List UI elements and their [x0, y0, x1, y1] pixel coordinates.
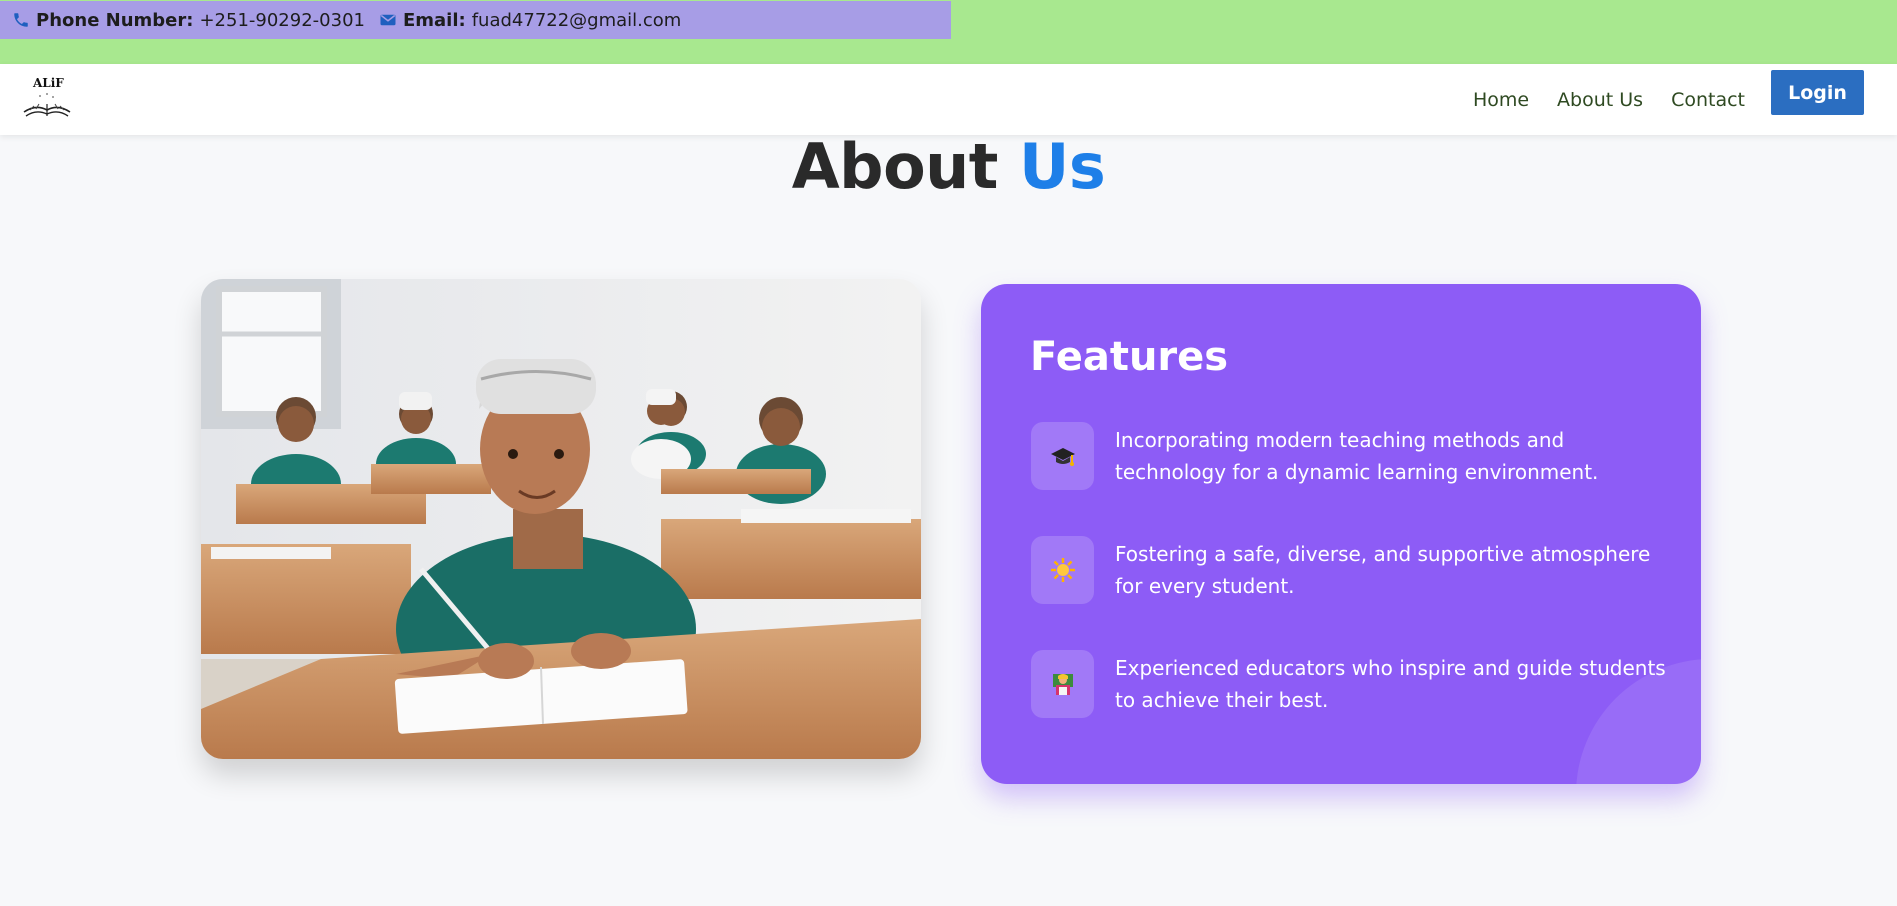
email-label: Email:: [402, 9, 466, 31]
open-book-icon: [23, 93, 71, 117]
phone-label: Phone Number:: [36, 9, 194, 31]
sun-icon: [1031, 536, 1094, 604]
site-logo[interactable]: ALiF: [20, 74, 74, 122]
feature-text: Fostering a safe, diverse, and supportiv…: [1115, 542, 1651, 598]
navbar: ALiF Home About Us Contact: [0, 64, 1897, 135]
nav-about-us[interactable]: About Us: [1557, 89, 1643, 111]
teacher-icon: [1031, 650, 1094, 718]
envelope-icon: [379, 11, 397, 29]
feature-text: Incorporating modern teaching methods an…: [1115, 428, 1599, 484]
feature-item: Incorporating modern teaching methods an…: [1031, 422, 1675, 490]
email-value[interactable]: fuad47722@gmail.com: [472, 10, 682, 31]
top-contact-bar: Phone Number: +251-90292-0301 Email: fua…: [0, 0, 1897, 64]
page-title: About Us: [0, 130, 1897, 203]
nav-contact[interactable]: Contact: [1671, 89, 1745, 111]
phone-icon: [12, 11, 30, 29]
title-accent: Us: [1019, 130, 1106, 203]
phone-value[interactable]: +251-90292-0301: [199, 10, 365, 31]
classroom-photo: [201, 279, 921, 759]
features-title: Features: [1030, 334, 1229, 380]
feature-item: Fostering a safe, diverse, and supportiv…: [1031, 536, 1675, 604]
title-main: About: [791, 130, 999, 203]
login-button[interactable]: Login: [1771, 70, 1864, 115]
graduation-cap-icon: [1031, 422, 1094, 490]
main-nav: Home About Us Contact: [1445, 64, 1745, 135]
features-card: Features Incorporating modern teaching m…: [981, 284, 1701, 784]
feature-item: Experienced educators who inspire and gu…: [1031, 650, 1675, 718]
feature-text: Experienced educators who inspire and gu…: [1115, 656, 1666, 712]
contact-info: Phone Number: +251-90292-0301 Email: fua…: [0, 1, 951, 39]
nav-home[interactable]: Home: [1473, 89, 1529, 111]
